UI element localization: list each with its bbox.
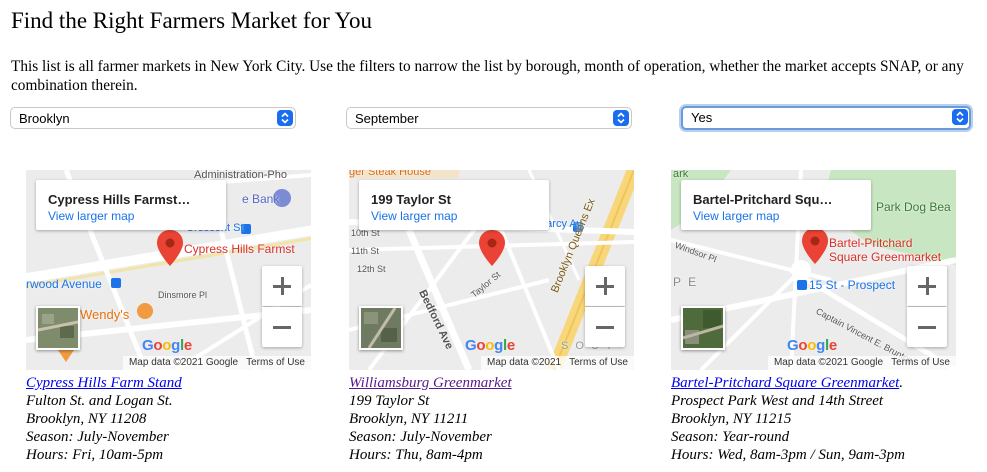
- market-name-link[interactable]: Williamsburg Greenmarket: [349, 375, 512, 391]
- market-address: Fulton St. and Logan St.: [26, 393, 173, 409]
- map-infobox: Cypress Hills Farmst… View larger map: [36, 180, 226, 230]
- select-arrows-icon: [277, 110, 293, 126]
- snap-select[interactable]: Yes: [681, 106, 971, 130]
- borough-select[interactable]: Brooklyn: [10, 107, 296, 129]
- street-label: 11th St: [351, 246, 379, 256]
- zoom-in-button[interactable]: [262, 266, 302, 306]
- street-label: ger Steak House: [349, 170, 431, 178]
- street-label: ark: [673, 170, 689, 180]
- market-name-link[interactable]: Bartel-Pritchard Square Greenmarket: [671, 375, 899, 391]
- market-season: Season: Year-round: [671, 429, 790, 445]
- street-label: e Bank: [242, 192, 280, 206]
- market-hours: Hours: Fri, 10am-5pm: [26, 447, 164, 463]
- map-attribution: Map data ©2021 Terms of Use: [481, 356, 634, 370]
- map-pin-icon[interactable]: [802, 228, 828, 264]
- map-infobox: 199 Taylor St View larger map: [359, 180, 549, 230]
- select-arrows-icon: [613, 110, 629, 126]
- market-season: Season: July-November: [349, 429, 492, 445]
- infobox-title: 199 Taylor St: [371, 192, 451, 207]
- borough-select-value: Brooklyn: [19, 111, 70, 126]
- view-larger-map-link[interactable]: View larger map: [693, 209, 779, 223]
- terms-link[interactable]: Terms of Use: [246, 357, 305, 368]
- month-select[interactable]: September: [346, 107, 632, 129]
- map-pin-icon[interactable]: [157, 230, 183, 266]
- map-embed[interactable]: ger Steak House Marcy Av Brooklyn Queens…: [349, 170, 634, 370]
- map-embed[interactable]: Administration-Pho Crescent St Dinsmore …: [26, 170, 311, 370]
- market-city: Brooklyn, NY 11208: [26, 411, 147, 427]
- street-label: P E: [673, 275, 699, 289]
- google-logo: Google: [465, 337, 515, 354]
- satellite-thumbnail-icon: [361, 308, 401, 348]
- market-details: Cypress Hills Farm Stand Fulton St. and …: [26, 374, 316, 464]
- street-label: 15 St - Prospect: [809, 278, 896, 292]
- market-card: Park Dog Bea 15 St - Prospect Windsor Pl…: [671, 170, 961, 464]
- street-label: 12th St: [357, 264, 386, 274]
- market-name-link[interactable]: Cypress Hills Farm Stand: [26, 375, 182, 391]
- month-select-value: September: [355, 111, 419, 126]
- map-attribution: Map data ©2021 Google Terms of Use: [122, 356, 311, 370]
- street-label: rwood Avenue: [26, 277, 102, 291]
- satellite-toggle[interactable]: [681, 306, 725, 350]
- satellite-toggle[interactable]: [359, 306, 403, 350]
- infobox-title: Bartel-Pritchard Squ…: [693, 192, 833, 207]
- satellite-toggle[interactable]: [36, 306, 80, 350]
- view-larger-map-link[interactable]: View larger map: [371, 209, 457, 223]
- market-city: Brooklyn, NY 11211: [349, 411, 469, 427]
- snap-select-value: Yes: [691, 110, 713, 125]
- market-card: Administration-Pho Crescent St Dinsmore …: [26, 170, 316, 464]
- market-address: Prospect Park West and 14th Street: [671, 393, 884, 409]
- google-logo: Google: [787, 337, 837, 354]
- market-hours: Hours: Thu, 8am-4pm: [349, 447, 483, 463]
- market-details: Williamsburg Greenmarket 199 Taylor St B…: [349, 374, 639, 464]
- view-larger-map-link[interactable]: View larger map: [48, 209, 134, 223]
- zoom-out-button[interactable]: [585, 307, 625, 347]
- zoom-in-button[interactable]: [907, 266, 947, 306]
- terms-link[interactable]: Terms of Use: [891, 357, 950, 368]
- market-city: Brooklyn, NY 11215: [671, 411, 792, 427]
- market-season: Season: July-November: [26, 429, 169, 445]
- pin-label: Cypress Hills Farmst: [184, 242, 295, 256]
- street-label: Park Dog Bea: [876, 200, 951, 214]
- google-logo: Google: [142, 337, 192, 354]
- map-infobox: Bartel-Pritchard Squ… View larger map: [681, 180, 871, 230]
- satellite-thumbnail-icon: [683, 308, 723, 348]
- map-embed[interactable]: Park Dog Bea 15 St - Prospect Windsor Pl…: [671, 170, 956, 370]
- street-label: Wendy's: [80, 307, 130, 322]
- street-label: Dinsmore Pl: [158, 290, 208, 300]
- market-hours: Hours: Wed, 8am-3pm / Sun, 9am-3pm: [671, 447, 906, 463]
- map-data-text: Map data ©2021 Google: [128, 357, 239, 368]
- map-pin-icon[interactable]: [479, 230, 505, 266]
- map-data-text: Map data ©2021: [487, 357, 562, 368]
- map-attribution: Map data ©2021 Google Terms of Use: [767, 356, 956, 370]
- market-card: ger Steak House Marcy Av Brooklyn Queens…: [349, 170, 639, 464]
- zoom-out-button[interactable]: [907, 307, 947, 347]
- page-title: Find the Right Farmers Market for You: [11, 8, 372, 33]
- zoom-in-button[interactable]: [585, 266, 625, 306]
- market-address: 199 Taylor St: [349, 393, 430, 409]
- intro-text: This list is all farmer markets in New Y…: [11, 58, 964, 94]
- terms-link[interactable]: Terms of Use: [569, 357, 628, 368]
- market-details: Bartel-Pritchard Square Greenmarket. Pro…: [671, 375, 906, 463]
- satellite-thumbnail-icon: [38, 308, 78, 348]
- infobox-title: Cypress Hills Farmst…: [48, 192, 191, 207]
- map-data-text: Map data ©2021 Google: [773, 357, 884, 368]
- pin-label: Bartel-Pritchard Square Greenmarket: [829, 236, 942, 264]
- select-arrows-icon: [952, 109, 968, 125]
- zoom-out-button[interactable]: [262, 307, 302, 347]
